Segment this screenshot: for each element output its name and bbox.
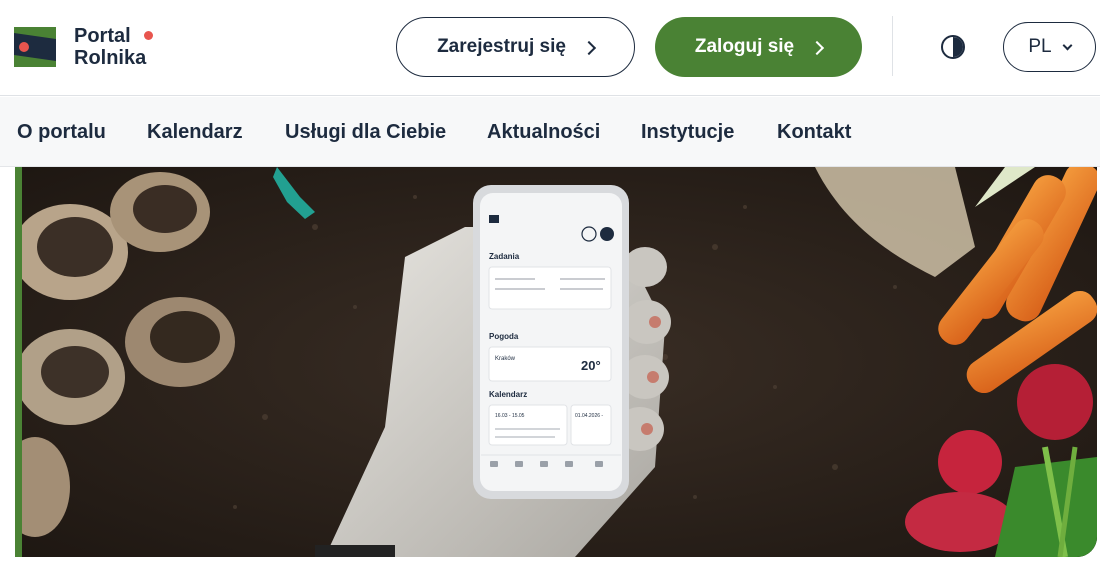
- logo-dot: [144, 31, 153, 40]
- chevron-right-icon: [810, 40, 825, 55]
- language-label: PL: [1028, 36, 1052, 57]
- login-label: Zaloguj się: [694, 36, 795, 57]
- nav-item-o-portalu[interactable]: O portalu: [17, 121, 106, 144]
- phone-weather-city: Kraków: [495, 356, 516, 362]
- phone-calendar-date: 01.04.2026 -: [575, 413, 603, 419]
- phone-mockup: Zadania Pogoda Kraków 20° Kalendarz 16.0…: [473, 185, 629, 499]
- nav-item-uslugi[interactable]: Usługi dla Ciebie: [285, 121, 446, 144]
- register-button[interactable]: Zarejestruj się: [396, 17, 635, 77]
- hero-image: Zadania Pogoda Kraków 20° Kalendarz 16.0…: [15, 167, 1097, 557]
- nav-item-instytucje[interactable]: Instytucje: [641, 121, 734, 144]
- nav-item-kontakt[interactable]: Kontakt: [777, 121, 851, 144]
- logo-text: Portal Rolnika: [74, 25, 146, 69]
- login-button[interactable]: Zaloguj się: [655, 17, 862, 77]
- site-header: Portal Rolnika Zarejestruj się Zaloguj s…: [0, 0, 1100, 96]
- phone-weather-title: Pogoda: [489, 332, 519, 341]
- hero-illustration: Zadania Pogoda Kraków 20° Kalendarz 16.0…: [15, 167, 1097, 557]
- language-select[interactable]: PL: [1003, 22, 1096, 72]
- phone-weather-temp: 20°: [581, 358, 601, 373]
- logo-line1: Portal: [74, 25, 131, 47]
- phone-tasks-title: Zadania: [489, 252, 520, 261]
- main-navigation: O portalu Kalendarz Usługi dla Ciebie Ak…: [0, 97, 1100, 167]
- nav-item-kalendarz[interactable]: Kalendarz: [147, 121, 243, 144]
- logo-mark-icon: [14, 27, 56, 67]
- phone-calendar-time: 16.03 - 15.05: [495, 413, 525, 419]
- logo-line2: Rolnika: [74, 47, 147, 69]
- phone-calendar-title: Kalendarz: [489, 390, 527, 399]
- chevron-down-icon: [1062, 40, 1073, 50]
- hero-accent-bar: [15, 167, 22, 557]
- chevron-right-icon: [581, 40, 596, 55]
- register-label: Zarejestruj się: [437, 36, 566, 57]
- header-divider: [892, 16, 893, 76]
- contrast-icon[interactable]: [941, 35, 965, 59]
- nav-item-aktualnosci[interactable]: Aktualności: [487, 121, 600, 144]
- portal-logo[interactable]: Portal Rolnika: [14, 24, 164, 72]
